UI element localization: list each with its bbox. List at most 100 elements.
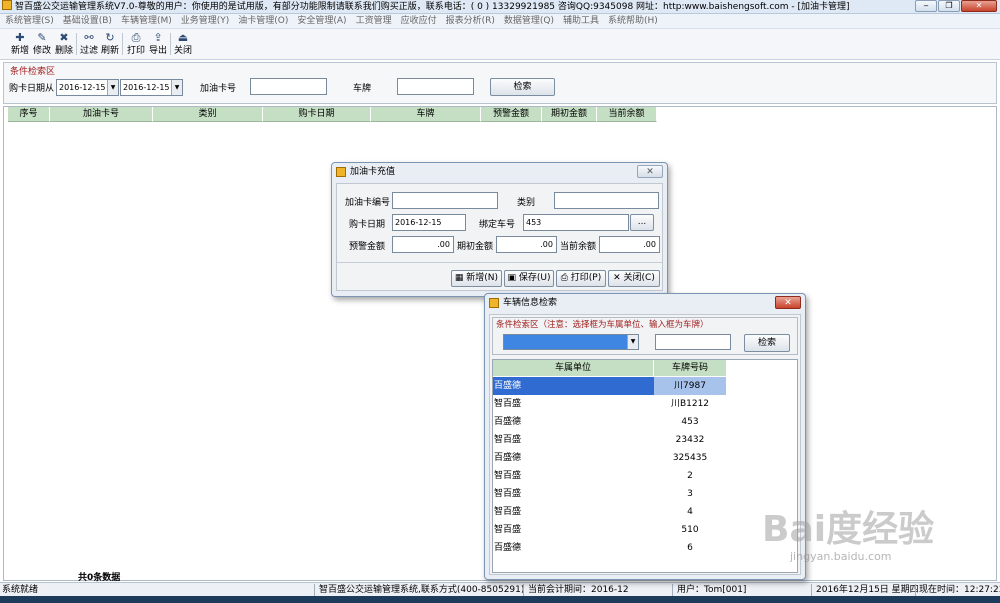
balance-field[interactable]: .00 [599,236,660,253]
col-plate[interactable]: 车牌 [371,107,481,122]
type-field[interactable] [554,192,659,209]
col-buy-date[interactable]: 购卡日期 [263,107,371,122]
condition-legend: 条件检索区 [10,67,56,77]
vehicle-dialog-body: 条件检索区（注意：选择框为车属单位、输入框为车牌） ▼ 检索 车属单位 车牌号码… [489,314,801,575]
col-index[interactable]: 序号 [8,107,50,122]
card-no-label: 加油卡编号 [345,198,391,208]
menu-receivable-payable[interactable]: 应收应付 [401,16,437,26]
save-button[interactable]: ▣ 保存(U) [504,270,554,287]
close-button[interactable]: ⏏ 关闭 [172,31,194,56]
initial-amount-field[interactable]: .00 [496,236,557,253]
initial-amount-label: 期初金额 [457,242,494,252]
col-type[interactable]: 类别 [153,107,263,122]
bind-plate-label: 绑定车号 [479,220,516,230]
edit-icon: ✎ [37,31,47,44]
col-unit[interactable]: 车属单位 [493,360,654,376]
card-no-field[interactable] [392,192,498,209]
binoculars-icon: ⚯ [84,31,94,44]
refresh-button[interactable]: ↻ 刷新 [99,31,121,56]
menu-fuel-card[interactable]: 油卡管理(O) [238,16,288,26]
warn-amount-label: 预警金额 [349,242,386,252]
edit-button[interactable]: ✎ 修改 [31,31,53,56]
list-item[interactable]: 智百盛 4 [493,503,726,521]
card-no-label: 加油卡号 [200,84,237,94]
menu-reports[interactable]: 报表分析(R) [446,16,495,26]
unit-select[interactable]: ▼ [503,334,639,350]
list-item[interactable]: 百盛德 川7987 [493,377,726,395]
new-record-button[interactable]: ▦ 新增(N) [451,270,502,287]
condition-panel: 条件检索区 购卡日期从 2016-12-15 ▼ 2016-12-15 ▼ 加油卡号… [3,62,997,104]
chevron-down-icon[interactable]: ▼ [171,80,182,95]
printer-icon: ⎙ [560,273,571,283]
delete-button[interactable]: ✖ 删除 [53,31,75,56]
type-label: 类别 [517,198,536,208]
card-no-input[interactable] [250,78,327,95]
menu-business[interactable]: 业务管理(Y) [181,16,230,26]
export-button[interactable]: ⇪ 导出 [147,31,169,56]
bind-plate-field[interactable]: 453 [523,214,629,231]
watermark-url: jingyan.baidu.com [790,550,892,563]
col-warn-amount[interactable]: 预警金额 [481,107,542,122]
recharge-dialog-caption: 加油卡充值 ✕ [332,163,667,181]
print-button[interactable]: ⎙ 打印(P) [556,270,606,287]
warn-amount-field[interactable]: .00 [392,236,454,253]
list-item[interactable]: 智百盛 3 [493,485,726,503]
menu-help[interactable]: 系统帮助(H) [608,16,658,26]
close-icon[interactable]: ✕ [775,296,801,309]
print-button[interactable]: ⎙ 打印 [125,31,147,56]
col-card-no[interactable]: 加油卡号 [50,107,153,122]
menu-data[interactable]: 数据管理(Q) [504,16,554,26]
plate-input[interactable] [397,78,474,95]
vehicle-condition-box: 条件检索区（注意：选择框为车属单位、输入框为车牌） ▼ 检索 [492,317,798,355]
export-icon: ⇪ [153,31,163,44]
app-icon [2,0,12,10]
date-from-picker[interactable]: 2016-12-15 ▼ [56,79,119,96]
save-icon: ▣ [507,273,519,283]
buy-date-field[interactable]: 2016-12-15 [392,214,466,231]
chevron-down-icon[interactable]: ▼ [627,335,638,349]
exit-icon: ⏏ [177,31,189,44]
taskbar [0,596,1000,603]
list-item[interactable]: 百盛德 453 [493,413,726,431]
vehicle-condition-legend: 条件检索区（注意：选择框为车属单位、输入框为车牌） [496,320,709,330]
plate-label: 车牌 [353,84,372,94]
printer-icon: ⎙ [131,31,141,44]
close-dialog-button[interactable]: ✕ 关闭(C) [608,270,660,287]
new-button[interactable]: ✚ 新增 [9,31,31,56]
filter-button[interactable]: ⚯ 过滤 [78,31,100,56]
menu-vehicle[interactable]: 车辆管理(M) [121,16,172,26]
col-balance[interactable]: 当前余额 [597,107,657,122]
toolbar: ✚ 新增 ✎ 修改 ✖ 删除 ⚯ 过滤 ↻ 刷新 ⎙ 打印 ⇪ 导出 ⏏ 关闭 [0,29,1000,60]
list-item[interactable]: 百盛德 6 [493,539,726,557]
window-title: 智百盛公交运输管理系统V7.0-尊敬的用户：你使用的是试用版，有部分功能限制请联… [15,2,850,12]
date-to-picker[interactable]: 2016-12-15 ▼ [120,79,183,96]
restore-button[interactable]: ❐ [938,0,960,12]
menu-system[interactable]: 系统管理(S) [5,16,54,26]
list-item[interactable]: 智百盛 510 [493,521,726,539]
col-initial-amount[interactable]: 期初金额 [542,107,597,122]
vehicle-search-button[interactable]: 检索 [744,334,790,352]
list-item[interactable]: 智百盛 23432 [493,431,726,449]
date-from-label: 购卡日期从 [9,84,55,94]
vehicle-list: 车属单位 车牌号码 百盛德 川7987 智百盛 川B1212 百盛德 453 智百盛 2… [492,359,798,573]
menu-bar: 系统管理(S) 基础设置(B) 车辆管理(M) 业务管理(Y) 油卡管理(O) 安全管理(… [0,14,1000,29]
close-icon[interactable]: ✕ [637,165,663,178]
menu-safety[interactable]: 安全管理(A) [297,16,346,26]
menu-basic-settings[interactable]: 基础设置(B) [63,16,112,26]
list-item[interactable]: 智百盛 川B1212 [493,395,726,413]
chevron-down-icon[interactable]: ▼ [107,80,118,95]
recharge-dialog-body: 加油卡编号 类别 购卡日期 2016-12-15 绑定车号 453 ... 预警… [336,183,663,291]
new-icon: ▦ [454,273,467,283]
col-plate-no[interactable]: 车牌号码 [654,360,726,376]
list-item[interactable]: 智百盛 2 [493,467,726,485]
plate-search-input[interactable] [655,334,731,350]
title-bar: 智百盛公交运输管理系统V7.0-尊敬的用户：你使用的是试用版，有部分功能限制请联… [0,0,1000,14]
search-button[interactable]: 检索 [490,78,555,96]
list-item[interactable]: 百盛德 325435 [493,449,726,467]
close-window-button[interactable]: ✕ [961,0,997,12]
browse-plate-button[interactable]: ... [630,214,654,231]
minimize-button[interactable]: ‒ [915,0,937,12]
watermark-logo: Bai度经验 [762,509,935,550]
menu-tools[interactable]: 辅助工具 [563,16,599,26]
menu-salary[interactable]: 工资管理 [356,16,392,26]
